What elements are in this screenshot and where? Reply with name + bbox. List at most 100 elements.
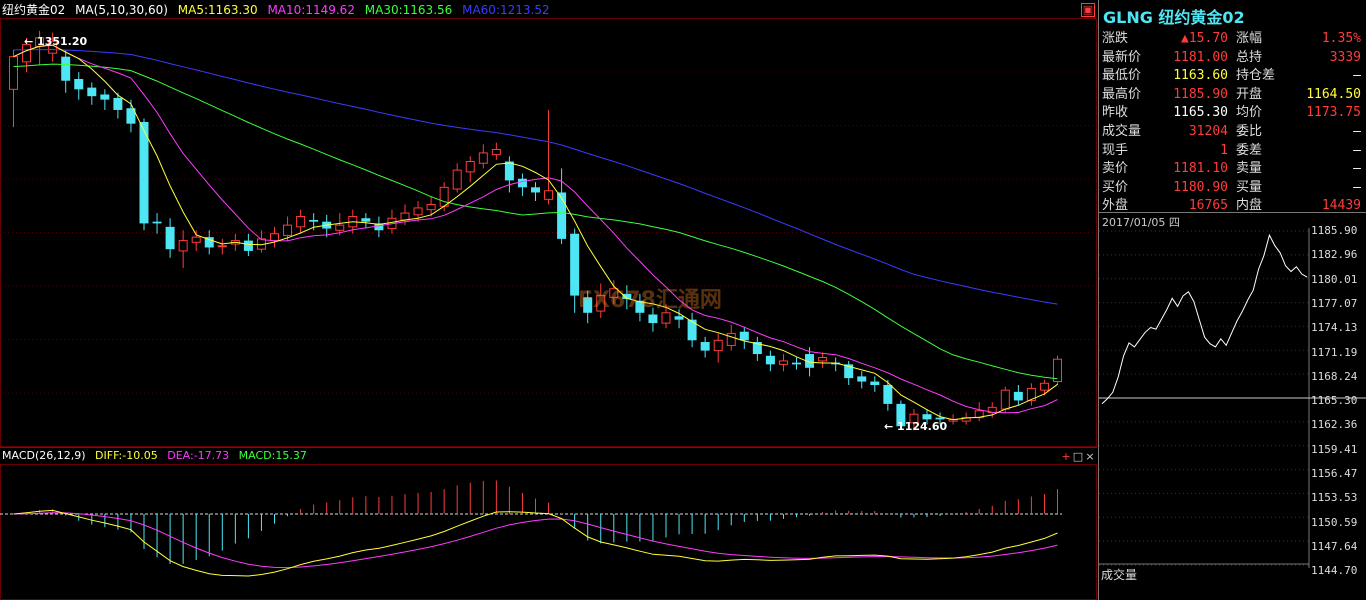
candle-body bbox=[152, 221, 162, 224]
quote-label: 最高价 bbox=[1102, 86, 1142, 102]
quote-label: 成交量 bbox=[1102, 124, 1142, 139]
candle-body bbox=[870, 381, 880, 385]
quote-row: 卖价 1181.10 卖量 — bbox=[1099, 160, 1366, 178]
tick-axis-label: 1174.13 bbox=[1311, 321, 1358, 335]
tick-axis-label: 1180.01 bbox=[1311, 272, 1358, 286]
quote-title: GLNG 纽约黄金02 bbox=[1103, 8, 1245, 27]
quote-label: 最新价 bbox=[1102, 49, 1142, 65]
candle-body bbox=[491, 148, 501, 156]
add-indicator-icon[interactable]: + bbox=[1060, 451, 1072, 463]
macd-value: MACD:15.37 bbox=[238, 449, 307, 462]
quote-value: 3339 bbox=[1329, 49, 1361, 65]
tick-axis-label: 1147.64 bbox=[1311, 539, 1358, 553]
tick-axis-label: 1165.30 bbox=[1311, 394, 1358, 408]
candle-body bbox=[361, 218, 371, 222]
candle-body bbox=[765, 355, 775, 365]
candle-body bbox=[452, 169, 462, 190]
ma10-value: MA10:1149.62 bbox=[267, 3, 355, 17]
ma-label[interactable]: MA(5,10,30,60) bbox=[75, 3, 168, 17]
quote-value: — bbox=[1353, 68, 1361, 84]
zoom-icon[interactable]: □ bbox=[1072, 451, 1084, 463]
quote-label: 卖量 bbox=[1236, 161, 1263, 177]
candle-body bbox=[439, 186, 449, 207]
candle-body bbox=[739, 331, 749, 341]
candle-body bbox=[687, 319, 697, 341]
tick-axis-label: 1171.19 bbox=[1311, 345, 1358, 359]
candle-body bbox=[778, 360, 788, 365]
quote-row: 成交量 31204 委比 — bbox=[1099, 123, 1366, 141]
kline-chart-area[interactable]: 纽约黄金02 MA(5,10,30,60) MA5:1163.30 MA10:1… bbox=[0, 0, 1097, 600]
quote-label: 委比 bbox=[1236, 124, 1263, 139]
quote-row: 最低价 1163.60 持仓差 — bbox=[1099, 67, 1366, 85]
candle-body bbox=[478, 152, 488, 164]
candle-body bbox=[87, 87, 97, 97]
quote-label: 买价 bbox=[1102, 179, 1129, 195]
high-value: 1351.20 bbox=[37, 35, 88, 48]
candle-body bbox=[818, 356, 828, 362]
quote-row: 最新价 1181.00 总持 3339 bbox=[1099, 49, 1366, 67]
candle-body bbox=[1039, 382, 1049, 391]
candle-body bbox=[426, 203, 436, 211]
diff-value: DIFF:-10.05 bbox=[95, 449, 158, 462]
quote-value: 1.35% bbox=[1321, 31, 1361, 46]
candle-body bbox=[413, 207, 423, 216]
symbol-label: 纽约黄金02 bbox=[2, 3, 66, 17]
macd-label[interactable]: MACD(26,12,9) bbox=[2, 449, 86, 462]
quote-value: 1164.50 bbox=[1306, 86, 1361, 102]
ma60-line bbox=[13, 48, 1058, 305]
quote-value: 1180.90 bbox=[1173, 179, 1228, 195]
tick-axis-label: 1159.41 bbox=[1311, 442, 1358, 456]
quote-label: 最低价 bbox=[1102, 68, 1142, 84]
candle-body bbox=[74, 79, 84, 90]
tick-axis-label: 1185.90 bbox=[1311, 224, 1358, 237]
quote-row: 现手 1 委差 — bbox=[1099, 142, 1366, 160]
candle-body bbox=[531, 187, 540, 193]
quote-label: 昨收 bbox=[1102, 105, 1129, 121]
quote-value: — bbox=[1353, 142, 1361, 158]
page-icon[interactable]: ▣ bbox=[1081, 3, 1095, 17]
quote-value: 1165.30 bbox=[1173, 105, 1228, 121]
kline-chart-svg[interactable] bbox=[0, 0, 1097, 600]
candle-body bbox=[517, 178, 527, 188]
candle-body bbox=[726, 332, 736, 346]
divider bbox=[1099, 212, 1366, 213]
candle-body bbox=[335, 224, 345, 231]
candle-body bbox=[283, 224, 293, 236]
candle-body bbox=[674, 316, 684, 320]
tick-axis-label: 1144.70 bbox=[1311, 564, 1358, 578]
candle-body bbox=[296, 216, 306, 228]
watermark-logo: FX678汇通网 bbox=[578, 288, 722, 313]
quote-value: ▲15.70 bbox=[1181, 31, 1228, 46]
tick-axis-label: 1182.96 bbox=[1311, 248, 1358, 262]
quote-label: 现手 bbox=[1102, 142, 1129, 158]
quote-value: 1173.75 bbox=[1306, 105, 1361, 121]
candle-body bbox=[217, 245, 227, 248]
quote-value: 1 bbox=[1220, 142, 1228, 158]
candle-body bbox=[792, 362, 801, 365]
quote-value: 31204 bbox=[1188, 124, 1228, 139]
quote-value: — bbox=[1353, 179, 1361, 195]
quote-label: 卖价 bbox=[1102, 161, 1129, 177]
quote-value: 1163.60 bbox=[1173, 68, 1228, 84]
candle-body bbox=[165, 226, 175, 250]
candle-body bbox=[465, 161, 475, 173]
quote-row: 最高价 1185.90 开盘 1164.50 bbox=[1099, 86, 1366, 104]
quote-value: — bbox=[1353, 124, 1361, 139]
candle-body bbox=[544, 190, 554, 200]
candle-body bbox=[61, 56, 71, 81]
close-icon[interactable]: × bbox=[1084, 451, 1096, 463]
quote-label: 涨幅 bbox=[1236, 31, 1263, 46]
tick-axis-label: 1177.07 bbox=[1311, 296, 1358, 310]
macd-header: MACD(26,12,9) DIFF:-10.05 DEA:-17.73 MAC… bbox=[2, 448, 313, 464]
candle-body bbox=[1000, 389, 1010, 410]
candle-body bbox=[648, 314, 658, 324]
ma60-value: MA60:1213.52 bbox=[462, 3, 550, 17]
quote-label: 涨跌 bbox=[1102, 31, 1129, 46]
chart-header: 纽约黄金02 MA(5,10,30,60) MA5:1163.30 MA10:1… bbox=[2, 2, 556, 18]
candle-body bbox=[700, 342, 710, 351]
candle-body bbox=[243, 240, 253, 251]
candle-body bbox=[178, 240, 188, 252]
low-value: 1124.60 bbox=[897, 420, 948, 433]
candle-body bbox=[191, 236, 201, 243]
quote-row: 涨跌 ▲15.70 涨幅 1.35% bbox=[1099, 30, 1366, 48]
